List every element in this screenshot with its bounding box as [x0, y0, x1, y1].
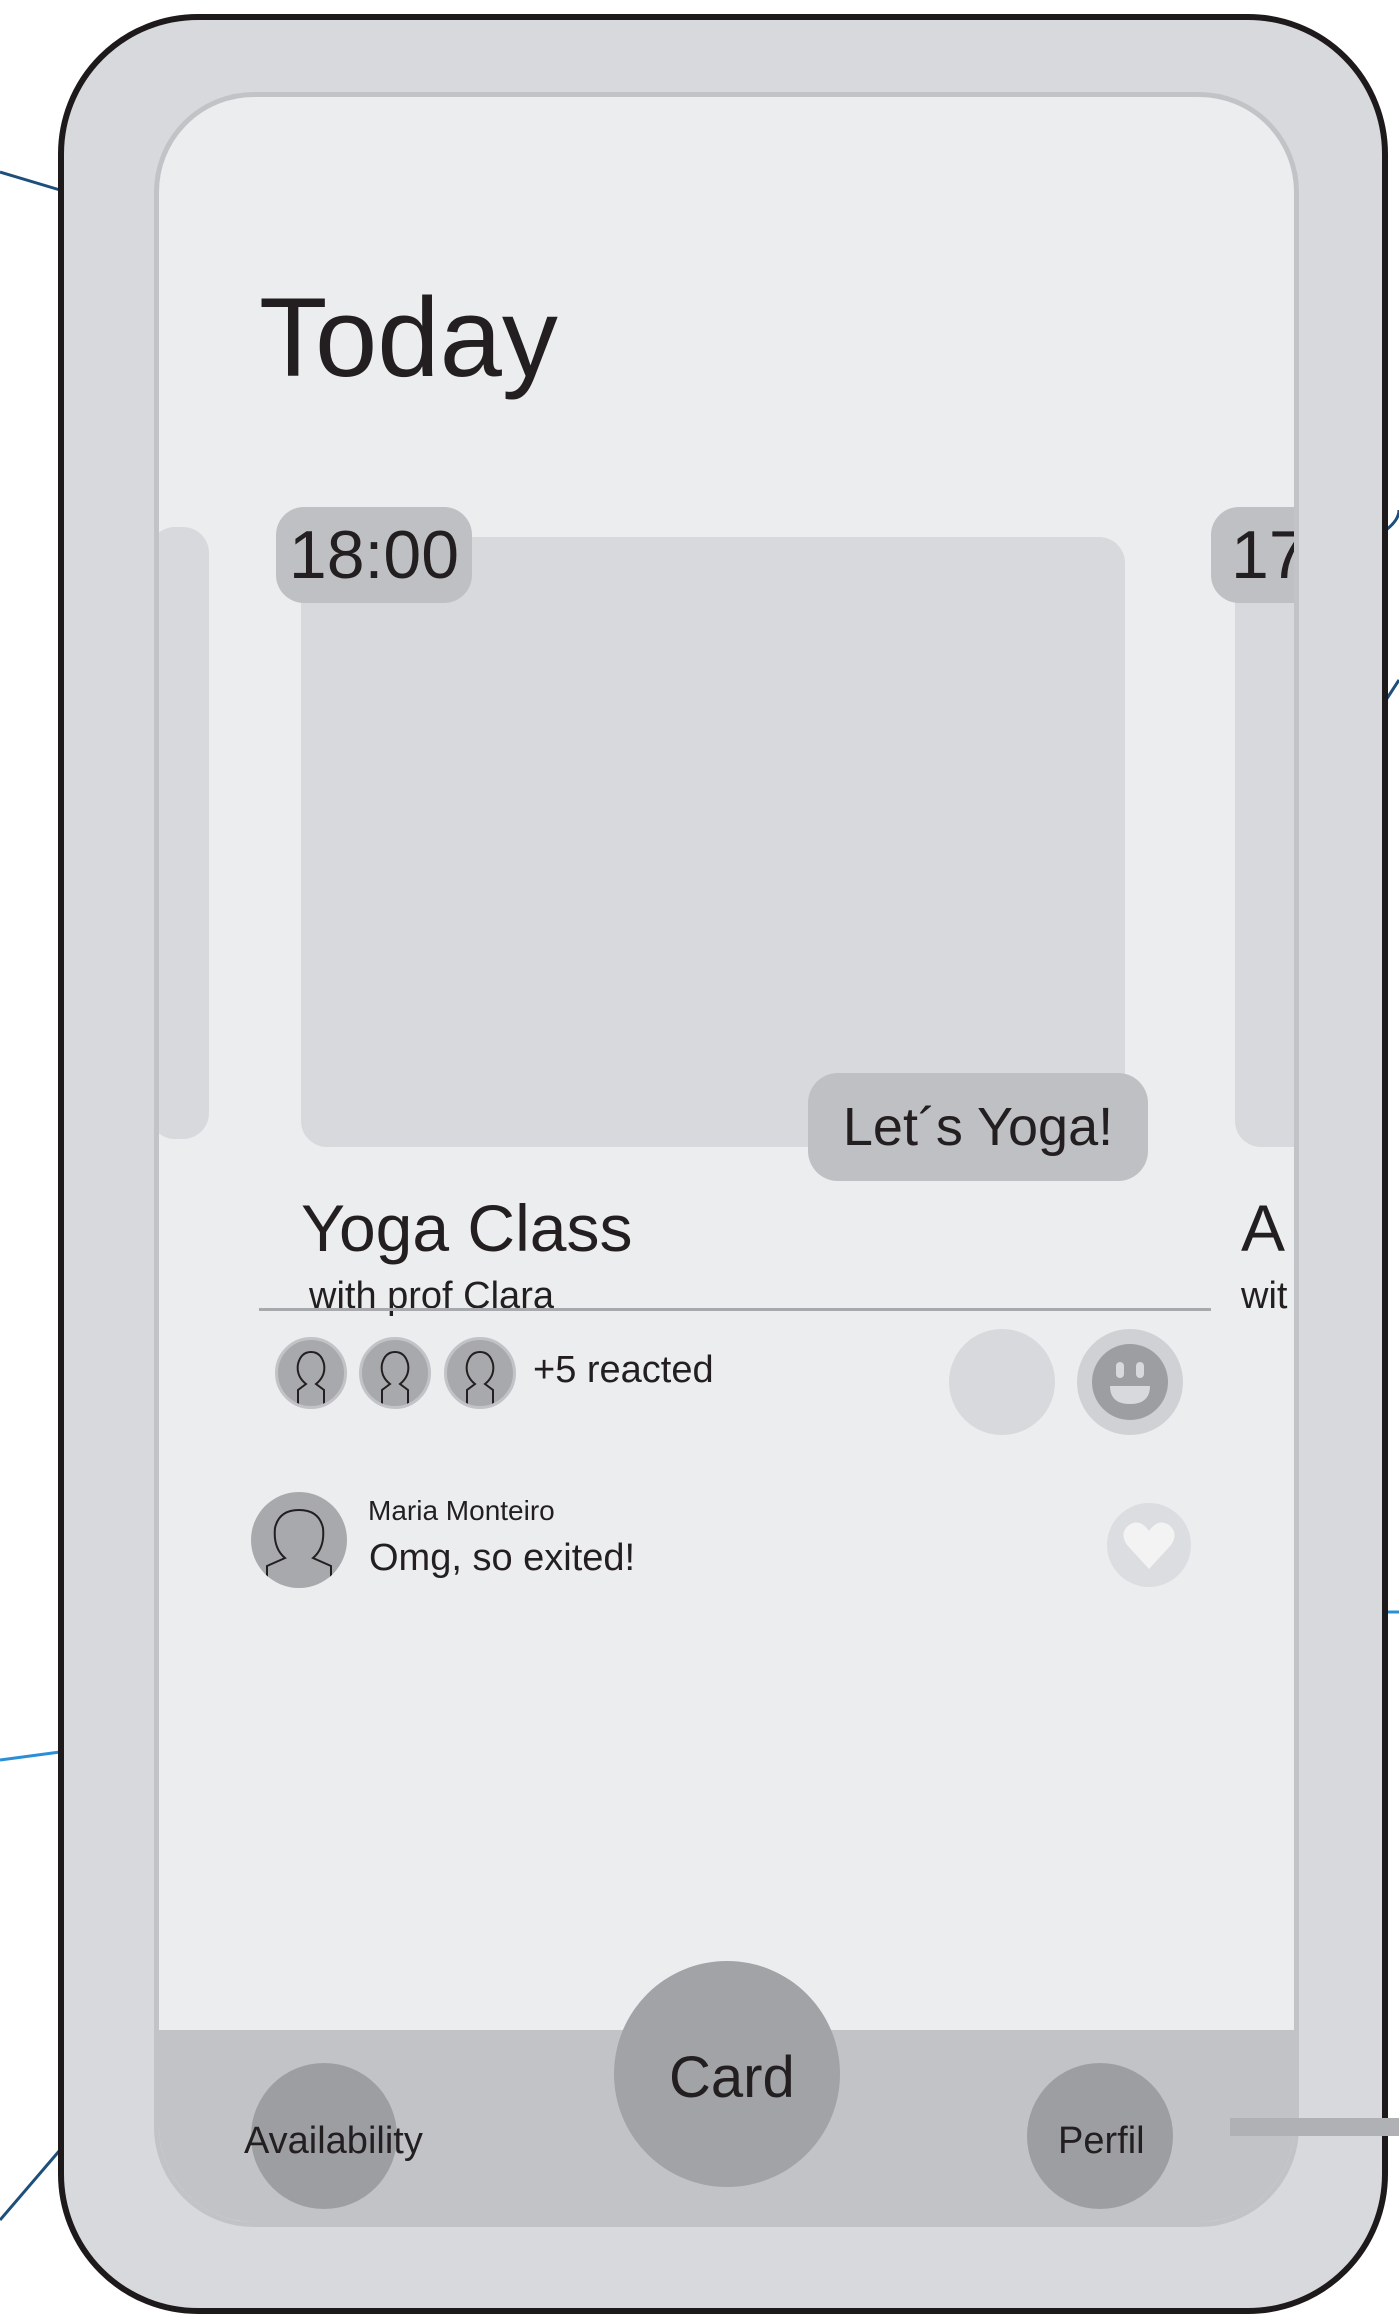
next-class-title: A: [1241, 1195, 1286, 1261]
reactor-avatar: [444, 1337, 516, 1409]
lets-yoga-button[interactable]: Let´s Yoga!: [808, 1073, 1148, 1181]
previous-card-peek[interactable]: [159, 527, 209, 1139]
user-icon: [266, 1508, 332, 1588]
next-class-time-badge: 17: [1211, 507, 1294, 603]
smiley-icon: [1092, 1344, 1168, 1420]
nav-availability-label: Availability: [244, 2120, 423, 2162]
page-title: Today: [259, 275, 558, 400]
side-connector-bar: [1230, 2118, 1399, 2136]
heart-icon: [1123, 1522, 1175, 1569]
comment-author: Maria Monteiro: [368, 1495, 555, 1526]
commenter-avatar: [251, 1492, 347, 1588]
next-class-instructor: wit: [1241, 1277, 1288, 1315]
nav-card-label: Card: [669, 2045, 795, 2110]
reaction-summary: +5 reacted: [533, 1349, 714, 1391]
smiley-reaction-button[interactable]: [1077, 1329, 1183, 1435]
class-title: Yoga Class: [301, 1191, 633, 1265]
comment-text: Omg, so exited!: [369, 1537, 636, 1579]
user-icon: [380, 1350, 410, 1404]
reactor-avatar: [275, 1337, 347, 1409]
class-card-image[interactable]: [301, 537, 1125, 1147]
like-button[interactable]: [1107, 1503, 1191, 1587]
user-icon: [296, 1350, 326, 1404]
app-screen: Today 18:00 Let´s Yoga! Yoga Class with …: [154, 92, 1299, 2227]
reactor-avatar: [359, 1337, 431, 1409]
reaction-button-empty[interactable]: [949, 1329, 1055, 1435]
next-card-image[interactable]: [1235, 537, 1294, 1147]
nav-perfil-label: Perfil: [1058, 2120, 1145, 2162]
class-time-badge: 18:00: [276, 507, 472, 603]
user-icon: [465, 1350, 495, 1404]
phone-frame: Today 18:00 Let´s Yoga! Yoga Class with …: [58, 14, 1388, 2314]
divider: [259, 1308, 1211, 1311]
